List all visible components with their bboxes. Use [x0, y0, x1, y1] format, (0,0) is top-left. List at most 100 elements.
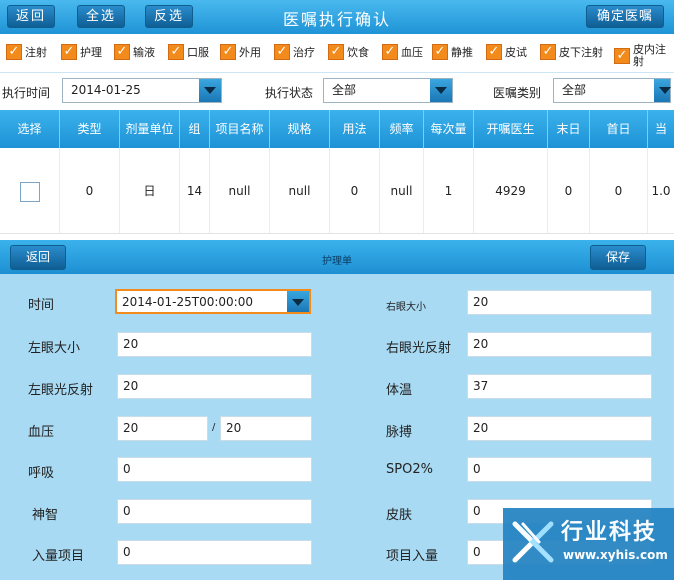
table-cell: 4929: [474, 148, 548, 233]
column-header: 当: [654, 122, 667, 136]
watermark-url: www.xyhis.com: [563, 548, 668, 562]
pulse-label: 脉搏: [386, 425, 413, 440]
pulse-input[interactable]: 20: [467, 416, 652, 441]
table-cell: null: [270, 148, 330, 233]
checkmark-icon: ✓: [432, 44, 448, 60]
dropdown-arrow-icon: [199, 79, 221, 102]
temperature-label: 体温: [386, 383, 413, 398]
logo-mark-icon: [512, 521, 554, 563]
row-select-cell[interactable]: [0, 148, 60, 233]
checkmark-icon: ✓: [328, 44, 344, 60]
column-header: 频率: [380, 110, 424, 148]
confirm-orders-button[interactable]: 确定医嘱: [586, 5, 664, 28]
column-header: 剂量单位: [120, 110, 180, 148]
checkmark-icon: ✓: [540, 44, 556, 60]
table-cell: null: [380, 148, 424, 233]
column-header: 末日: [548, 110, 590, 148]
right-eye-reflex-label: 右眼光反射: [386, 341, 452, 356]
page-title: 医嘱执行确认: [282, 10, 391, 29]
left-eye-size-label: 左眼大小: [28, 341, 81, 356]
skin-label: 皮肤: [386, 508, 413, 523]
save-button[interactable]: 保存: [590, 245, 646, 270]
watermark-name: 行业科技: [561, 520, 658, 545]
exec-time-select[interactable]: 2014-01-25: [62, 78, 222, 103]
table-cell: 14: [180, 148, 210, 233]
right-eye-reflex-input[interactable]: 20: [467, 332, 652, 357]
category-checkbox-nursing[interactable]: ✓ 护理: [61, 44, 102, 60]
left-eye-size-input[interactable]: 20: [117, 332, 312, 357]
spo2-label: SPO2%: [386, 462, 433, 477]
table-cell: 0: [590, 148, 648, 233]
time-select[interactable]: 2014-01-25T00:00:00: [115, 289, 311, 314]
checkmark-icon: ✓: [274, 44, 290, 60]
bp-systolic-input[interactable]: 20: [117, 416, 208, 441]
nursing-panel-title: 护理单: [322, 256, 352, 267]
category-checkbox-intradermal[interactable]: ✓ 皮内注射: [614, 44, 669, 68]
dropdown-arrow-icon: [287, 291, 309, 312]
table-cell: 1.0: [651, 184, 671, 198]
respiration-label: 呼吸: [28, 466, 55, 481]
exec-status-select[interactable]: 全部: [323, 78, 453, 103]
exec-time-label: 执行时间: [2, 86, 51, 100]
table-cell: null: [210, 148, 270, 233]
category-checkbox-skin-test[interactable]: ✓ 皮试: [486, 44, 527, 60]
column-header: 每次量: [424, 110, 474, 148]
exec-status-label: 执行状态: [265, 86, 314, 100]
category-checkbox-infusion[interactable]: ✓ 输液: [114, 44, 155, 60]
bp-separator: /: [212, 422, 216, 433]
blood-pressure-label: 血压: [28, 425, 55, 440]
filter-row: 执行时间 2014-01-25 执行状态 全部 医嘱类别 全部: [0, 72, 674, 110]
orders-table-header: 选择 类型 剂量单位 组 项目名称 规格 用法 频率 每次量 开嘱医生 末日 首…: [0, 110, 674, 148]
row-checkbox[interactable]: [19, 181, 40, 202]
consciousness-label: 神智: [32, 508, 59, 523]
category-checkbox-blood-pressure[interactable]: ✓ 血压: [382, 44, 423, 60]
left-eye-reflex-label: 左眼光反射: [28, 383, 94, 398]
intake-input[interactable]: 0: [117, 540, 312, 565]
order-type-label: 医嘱类别: [493, 86, 542, 100]
table-row[interactable]: 0 日 14 null null 0 null 1 4929 0 0 1.0: [0, 148, 674, 234]
right-eye-size-input[interactable]: 20: [467, 290, 652, 315]
dropdown-arrow-icon: [654, 79, 671, 102]
category-checkbox-diet[interactable]: ✓ 饮食: [328, 44, 369, 60]
dropdown-arrow-icon: [430, 79, 452, 102]
column-header: 选择: [0, 110, 60, 148]
time-label: 时间: [28, 298, 55, 313]
temperature-input[interactable]: 37: [467, 374, 652, 399]
checkmark-icon: ✓: [614, 48, 630, 64]
checkmark-icon: ✓: [168, 44, 184, 60]
spo2-input[interactable]: 0: [467, 457, 652, 482]
right-eye-size-label: 右眼大小: [386, 302, 426, 313]
left-eye-reflex-input[interactable]: 20: [117, 374, 312, 399]
category-filter-row: ✓ 注射 ✓ 护理 ✓ 输液 ✓ 口服 ✓ 外用 ✓ 治疗 ✓ 饮食 ✓ 血压 ✓ 静推 ✓ 皮试 …: [0, 36, 674, 70]
intake-label: 入量项目: [32, 549, 85, 564]
consciousness-input[interactable]: 0: [117, 499, 312, 524]
column-header: 项目名称: [210, 110, 270, 148]
checkmark-icon: ✓: [220, 44, 236, 60]
column-header: 用法: [330, 110, 380, 148]
table-cell: 0: [60, 148, 120, 233]
nursing-panel-header: 返回 护理单 保存: [0, 240, 674, 274]
category-checkbox-iv-push[interactable]: ✓ 静推: [432, 44, 473, 60]
checkmark-icon: ✓: [6, 44, 22, 60]
checkmark-icon: ✓: [486, 44, 502, 60]
category-checkbox-external[interactable]: ✓ 外用: [220, 44, 261, 60]
order-type-select[interactable]: 全部: [553, 78, 671, 103]
bp-diastolic-input[interactable]: 20: [220, 416, 312, 441]
respiration-input[interactable]: 0: [117, 457, 312, 482]
table-cell: 1: [424, 148, 474, 233]
category-checkbox-oral[interactable]: ✓ 口服: [168, 44, 209, 60]
watermark-logo: 行业科技 www.xyhis.com: [503, 508, 674, 580]
table-cell: 0: [548, 148, 590, 233]
table-cell: 日: [120, 148, 180, 233]
category-checkbox-treatment[interactable]: ✓ 治疗: [274, 44, 315, 60]
intake-item-label: 项目入量: [386, 549, 439, 564]
category-checkbox-subcutaneous[interactable]: ✓ 皮下注射: [540, 44, 603, 60]
category-checkbox-injection[interactable]: ✓ 注射: [6, 44, 47, 60]
table-cell: 0: [330, 148, 380, 233]
column-header: 规格: [270, 110, 330, 148]
checkmark-icon: ✓: [114, 44, 130, 60]
column-header: 类型: [60, 110, 120, 148]
title-bar: 返回 全选 反选 医嘱执行确认 确定医嘱: [0, 0, 674, 34]
column-header: 首日: [590, 110, 648, 148]
checkmark-icon: ✓: [61, 44, 77, 60]
